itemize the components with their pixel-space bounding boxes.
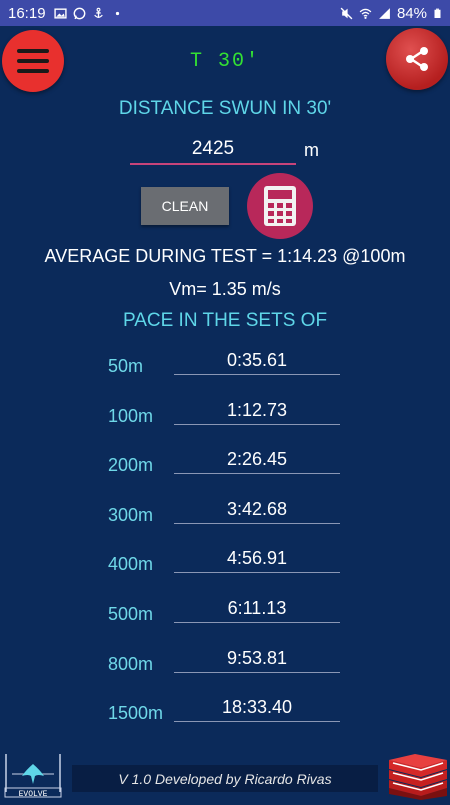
pace-row: 100m 1:12.73 (0, 394, 450, 434)
pace-distance-label: 400m (108, 554, 154, 574)
speed-result: Vm= 1.35 m/s (169, 279, 281, 299)
pace-distance-label: 800m (108, 654, 154, 674)
pace-distance-label: 1500m (108, 703, 164, 723)
average-result: AVERAGE DURING TEST = 1:14.23 @100m (44, 246, 406, 266)
calculator-icon (264, 186, 296, 226)
pace-row: 50m 0:35.61 (0, 344, 450, 384)
books-icon (389, 754, 447, 800)
anchor-icon (93, 7, 103, 18)
status-time: 16:19 (8, 4, 46, 22)
pace-row: 200m 2:26.45 (0, 443, 450, 483)
books-button[interactable] (385, 752, 449, 800)
battery-percent: 84% (396, 4, 427, 22)
mute-icon (340, 7, 353, 19)
dot-icon (115, 11, 119, 15)
distance-heading: DISTANCE SWUN IN 30' (118, 98, 332, 119)
whatsapp-icon (73, 7, 85, 19)
pace-row: 1500m 18:33.40 (0, 691, 450, 731)
wifi-icon (359, 8, 372, 19)
pace-distance-label: 50m (108, 356, 144, 376)
calculator-button[interactable] (247, 173, 313, 239)
pace-row: 300m 3:42.68 (0, 493, 450, 533)
pace-row: 500m 6:11.13 (0, 592, 450, 632)
pace-time-value: 9:53.81 (174, 644, 340, 673)
pace-time-value: 3:42.68 (174, 495, 340, 524)
distance-unit: m (304, 140, 319, 160)
pace-row: 800m 9:53.81 (0, 642, 450, 682)
gallery-icon (53, 7, 67, 19)
pace-distance-label: 500m (108, 604, 154, 624)
pace-time-value: 2:26.45 (174, 445, 340, 474)
footer-credit: V 1.0 Developed by Ricardo Rivas (72, 765, 378, 792)
clean-button[interactable]: CLEAN (141, 187, 229, 225)
pace-time-value: 1:12.73 (174, 396, 340, 425)
distance-input[interactable] (130, 135, 296, 165)
signal-icon (379, 7, 390, 19)
pace-time-value: 4:56.91 (174, 544, 340, 573)
pace-row: 400m 4:56.91 (0, 542, 450, 582)
share-icon (406, 47, 428, 71)
credit-text: V 1.0 Developed by Ricardo Rivas (118, 770, 332, 787)
evolve-logo[interactable]: EVOLVE (2, 752, 64, 799)
status-bar: 16:19 84% (0, 0, 450, 26)
pace-distance-label: 300m (108, 505, 154, 525)
battery-icon (434, 8, 441, 18)
pace-time-value: 18:33.40 (174, 693, 340, 722)
logo-text: EVOLVE (19, 790, 48, 798)
pace-distance-label: 100m (108, 406, 154, 426)
page-title: T 30' (189, 50, 260, 73)
pace-heading: PACE IN THE SETS OF (122, 310, 328, 331)
pace-distance-label: 200m (108, 455, 154, 475)
share-button[interactable] (386, 28, 448, 90)
pace-time-value: 0:35.61 (174, 346, 340, 375)
pace-time-value: 6:11.13 (174, 594, 340, 623)
